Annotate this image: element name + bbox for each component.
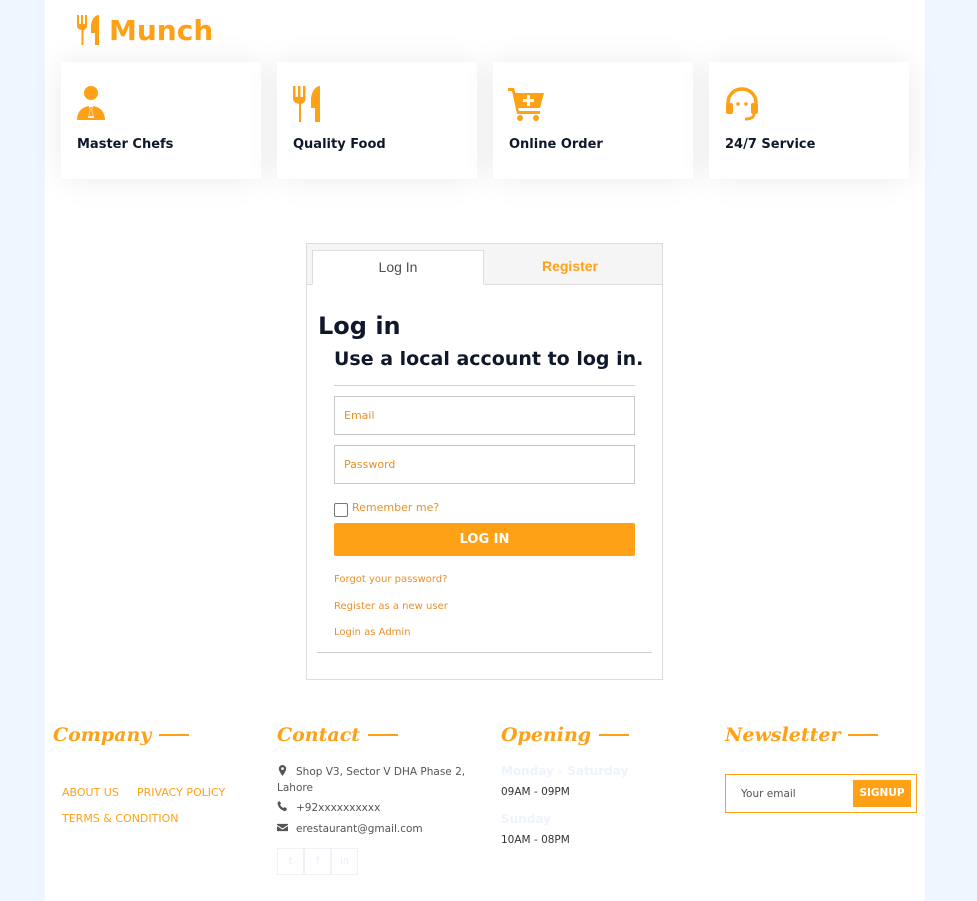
contact-address: Shop V3, Sector V DHA Phase 2, Lahore — [277, 765, 466, 794]
utensils-icon — [292, 86, 328, 122]
footer-link-about[interactable]: ABOUT US — [62, 786, 119, 799]
service-title: Quality Food — [293, 137, 386, 152]
brand-name: Munch — [109, 13, 214, 47]
footer-heading-company: Company — [53, 724, 190, 746]
footer-link-privacy[interactable]: PRIVACY POLICY — [137, 786, 225, 799]
remember-label: Remember me? — [352, 500, 440, 514]
opening-sunday-hours: 10AM - 08PM — [501, 834, 570, 846]
opening-weekday-hours: 09AM - 09PM — [501, 786, 570, 798]
heading-underline — [159, 734, 190, 736]
service-title: Online Order — [509, 137, 603, 152]
footer-heading-newsletter: Newsletter — [725, 724, 879, 746]
remember-checkbox[interactable] — [334, 503, 348, 517]
signup-button[interactable]: SIGNUP — [853, 780, 911, 807]
divider — [334, 385, 635, 386]
chef-icon — [76, 86, 112, 122]
service-card-master-chefs: Master Chefs — [61, 62, 261, 179]
map-marker-icon — [278, 765, 287, 776]
tab-register[interactable]: Register — [484, 250, 656, 285]
twitter-icon[interactable]: t — [277, 848, 304, 875]
auth-tabs: Log In Register — [307, 244, 662, 285]
opening-sunday-label: Sunday — [501, 812, 551, 826]
opening-weekday-label: Monday - Saturday — [501, 764, 629, 778]
email-field[interactable]: Email — [334, 396, 635, 435]
auth-panel: Log In Register Log in Use a local accou… — [306, 243, 663, 680]
forgot-password-link[interactable]: Forgot your password? — [334, 574, 447, 585]
facebook-icon[interactable]: f — [304, 848, 331, 875]
service-card-quality-food: Quality Food — [277, 62, 477, 179]
phone-icon — [277, 801, 288, 812]
heading-underline — [368, 734, 399, 736]
remember-me[interactable]: Remember me? — [334, 497, 439, 517]
headset-icon — [724, 86, 760, 122]
utensils-icon — [77, 15, 99, 45]
admin-login-link[interactable]: Login as Admin — [334, 627, 411, 638]
service-card-online-order: Online Order — [493, 62, 693, 179]
password-field[interactable]: Password — [334, 445, 635, 484]
service-title: Master Chefs — [77, 137, 174, 152]
register-link[interactable]: Register as a new user — [334, 601, 448, 612]
tab-login[interactable]: Log In — [312, 250, 484, 285]
newsletter-email-input[interactable]: Your email — [741, 788, 796, 800]
contact-email: erestaurant@gmail.com — [277, 821, 423, 837]
footer-heading-contact: Contact — [277, 724, 399, 746]
page-title: Log in — [318, 312, 401, 340]
linkedin-icon[interactable]: in — [331, 848, 358, 875]
cart-plus-icon — [508, 86, 544, 122]
social-links: t f in — [277, 848, 358, 875]
heading-underline — [599, 734, 630, 736]
footer-heading-opening: Opening — [501, 724, 630, 746]
page-subtitle: Use a local account to log in. — [334, 348, 644, 370]
service-card-24-7-service: 24/7 Service — [709, 62, 909, 179]
heading-underline — [848, 734, 879, 736]
contact-phone: +92xxxxxxxxxx — [277, 800, 380, 816]
footer-link-terms[interactable]: TERMS & CONDITION — [62, 812, 179, 825]
newsletter-form: Your email SIGNUP — [725, 774, 917, 813]
login-button[interactable]: LOG IN — [334, 523, 635, 556]
envelope-icon — [277, 823, 288, 832]
brand-logo[interactable]: Munch — [75, 12, 213, 48]
divider — [317, 652, 652, 653]
service-title: 24/7 Service — [725, 137, 816, 152]
